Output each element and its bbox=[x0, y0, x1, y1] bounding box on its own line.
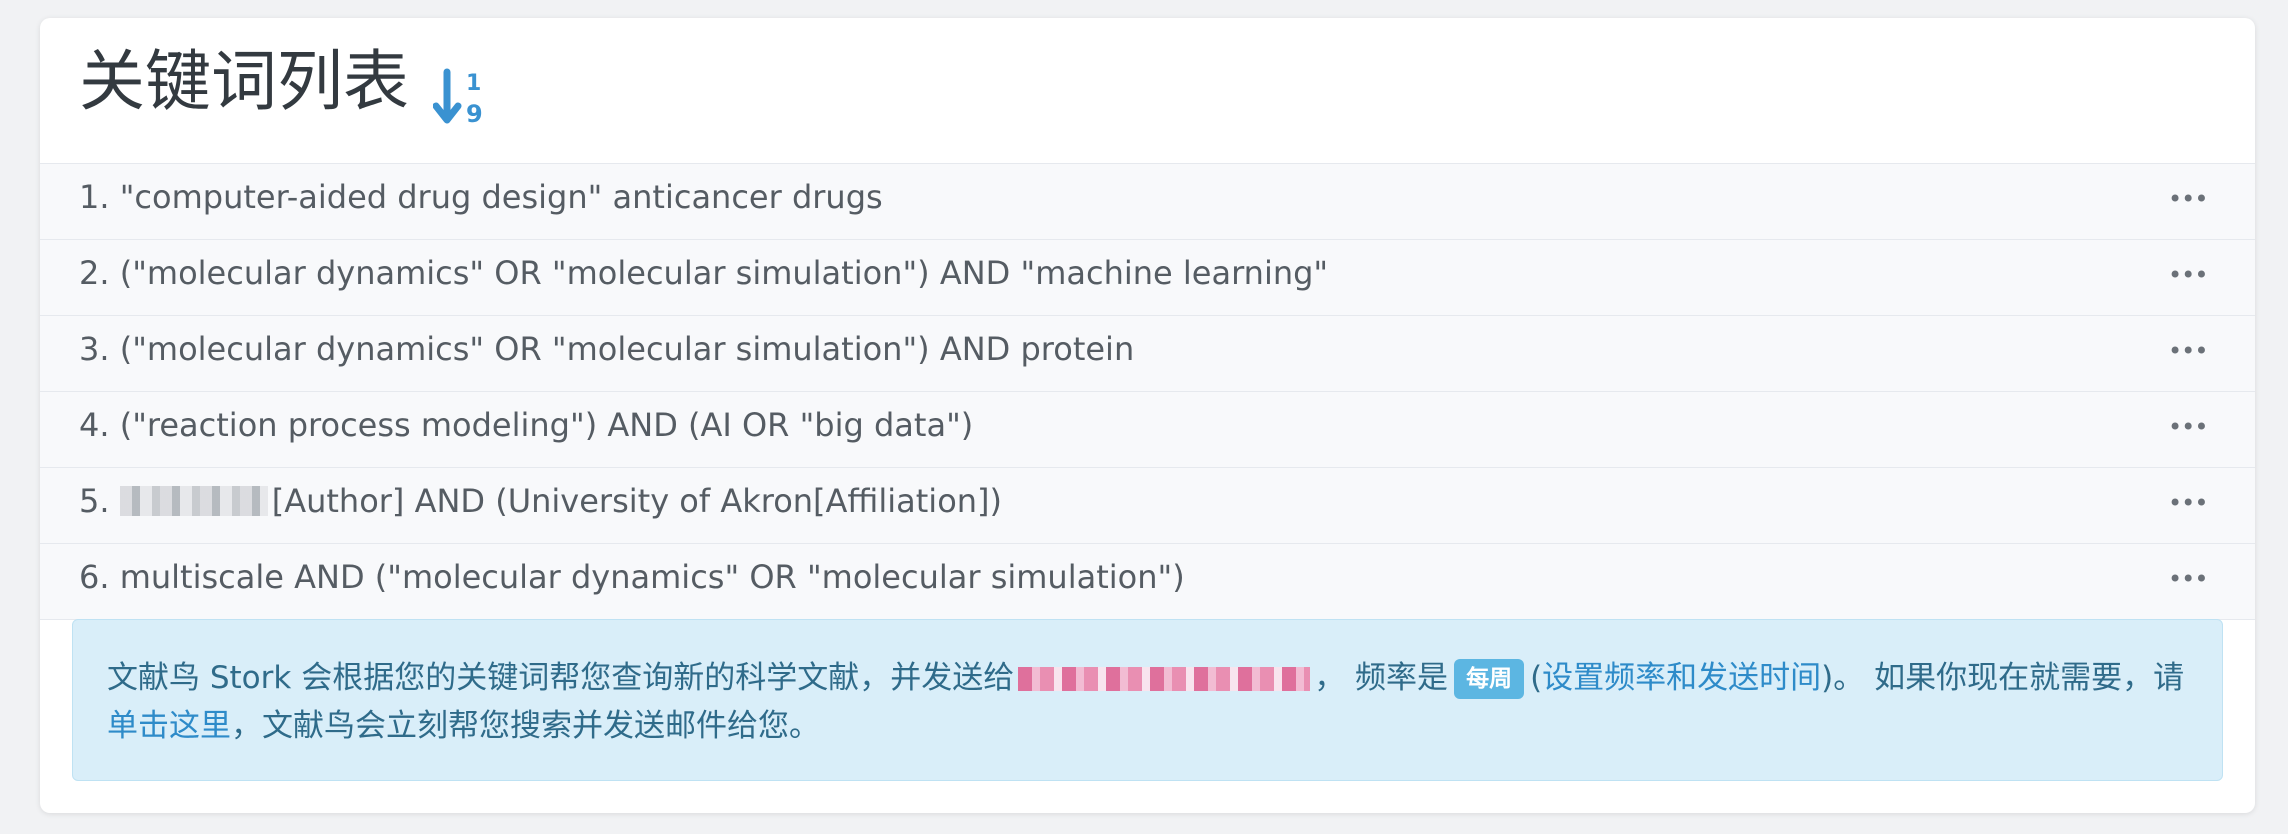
frequency-badge: 每周 bbox=[1454, 659, 1525, 699]
more-options-icon[interactable]: ••• bbox=[2168, 339, 2208, 363]
info-text-3: 。 如果你现在就需要，请 bbox=[1833, 660, 2185, 696]
keyword-row[interactable]: 5. [Author] AND (University of Akron[Aff… bbox=[40, 468, 2255, 544]
keyword-text: "computer-aided drug design" anticancer … bbox=[119, 178, 883, 216]
page-title: 关键词列表 bbox=[79, 43, 409, 120]
more-options-icon[interactable]: ••• bbox=[2168, 567, 2208, 591]
info-text-1: 文献鸟 Stork 会根据您的关键词帮您查询新的科学文献，并发送给 bbox=[107, 660, 1015, 696]
keyword-text: [Author] AND (University of Akron[Affili… bbox=[271, 482, 1003, 520]
settings-link[interactable]: 设置频率和发送时间 bbox=[1542, 660, 1821, 696]
keyword-index: 4. bbox=[79, 406, 110, 444]
keyword-text: ("molecular dynamics" OR "molecular simu… bbox=[119, 254, 1329, 292]
more-options-icon[interactable]: ••• bbox=[2168, 263, 2208, 287]
keyword-index: 3. bbox=[79, 330, 110, 368]
keyword-text: multiscale AND ("molecular dynamics" OR … bbox=[119, 558, 1185, 596]
sort-icon-top: 1 bbox=[466, 71, 481, 96]
keyword-index: 6. bbox=[79, 558, 110, 596]
keyword-index: 5. bbox=[79, 482, 110, 520]
keyword-index: 1. bbox=[79, 178, 110, 216]
keyword-row[interactable]: 3. ("molecular dynamics" OR "molecular s… bbox=[40, 316, 2255, 392]
more-options-icon[interactable]: ••• bbox=[2168, 491, 2208, 515]
click-here-link[interactable]: 单击这里 bbox=[107, 708, 231, 744]
info-text-4: ，文献鸟会立刻帮您搜索并发送邮件给您。 bbox=[231, 708, 820, 744]
redacted-author-name bbox=[119, 486, 268, 516]
keyword-row[interactable]: 4. ("reaction process modeling") AND (AI… bbox=[40, 392, 2255, 468]
more-options-icon[interactable]: ••• bbox=[2168, 415, 2208, 439]
keyword-list-card: 关键词列表 1 9 1. "computer-aided drug design… bbox=[40, 18, 2255, 813]
keyword-index: 2. bbox=[79, 254, 110, 292]
sort-numeric-ascending-icon[interactable]: 1 9 bbox=[433, 66, 493, 130]
keyword-text: ("reaction process modeling") AND (AI OR… bbox=[119, 406, 974, 444]
keyword-text: ("molecular dynamics" OR "molecular simu… bbox=[119, 330, 1135, 368]
info-alert: 文献鸟 Stork 会根据您的关键词帮您查询新的科学文献，并发送给 ， 频率是 每周… bbox=[72, 619, 2223, 781]
keyword-row[interactable]: 1. "computer-aided drug design" anticanc… bbox=[40, 164, 2255, 240]
sort-icon-bottom: 9 bbox=[466, 100, 483, 128]
card-header: 关键词列表 1 9 bbox=[40, 18, 2255, 164]
info-text-2: ， 频率是 bbox=[1314, 660, 1449, 696]
redacted-email bbox=[1018, 667, 1311, 691]
more-options-icon[interactable]: ••• bbox=[2168, 187, 2208, 211]
keyword-row[interactable]: 2. ("molecular dynamics" OR "molecular s… bbox=[40, 240, 2255, 316]
keyword-row[interactable]: 6. multiscale AND ("molecular dynamics" … bbox=[40, 544, 2255, 620]
